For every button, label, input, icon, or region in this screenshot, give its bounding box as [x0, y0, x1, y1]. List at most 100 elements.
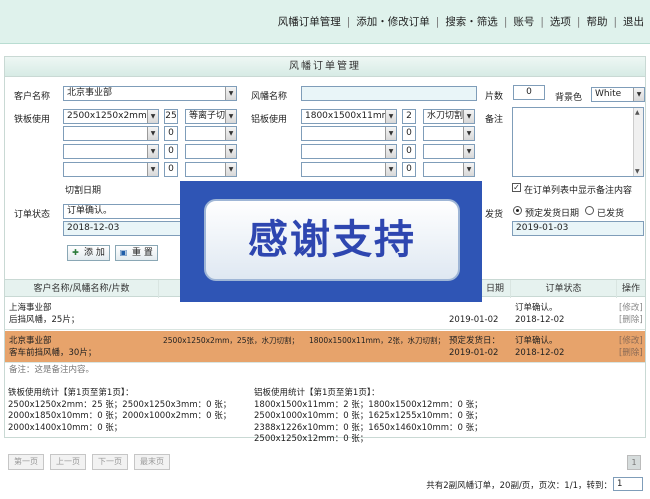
row-status-date: 2018-12-02 [515, 315, 565, 325]
nav-order-management[interactable]: 风幡订单管理 [278, 14, 341, 29]
row-delete-link[interactable]: [删除] [619, 314, 643, 326]
iron-qty-input-1[interactable]: 25 [164, 109, 178, 124]
pager-last-button[interactable]: 最末页 [134, 454, 170, 470]
iron-size-select-3[interactable]: ▼ [63, 144, 159, 159]
iron-stats-line: 2000x1400x10mm：0 张； [8, 422, 123, 433]
iron-size-select-2[interactable]: ▼ [63, 126, 159, 141]
reset-icon: ▣ [119, 248, 128, 257]
alu-size-value-1: 1800x1500x11mm [305, 111, 391, 121]
alu-cut-select-4[interactable]: ▼ [423, 162, 475, 177]
alu-cut-select-2[interactable]: ▼ [423, 126, 475, 141]
order-status-label: 订单状态 [14, 210, 51, 220]
show-remark-checkbox[interactable]: ✓ [512, 183, 521, 192]
dropdown-arrow-icon: ▼ [385, 110, 396, 123]
add-button[interactable]: ✚ 添 加 [67, 245, 110, 261]
table-row[interactable]: 上海事业部 后挡风幡，25片； 2019-01-02 订单确认。 2018-12… [5, 298, 645, 330]
alu-stats-line: 2500x1000x10mm：0 张；1625x1255x10mm：0 张； [254, 411, 483, 421]
dropdown-arrow-icon: ▼ [225, 163, 236, 176]
nav-separator: | [540, 15, 544, 28]
iron-cut-select-3[interactable]: ▼ [185, 144, 237, 159]
ship-planned-label: 预定发货日期 [525, 209, 580, 219]
alu-size-select-4[interactable]: ▼ [301, 162, 397, 177]
iron-cut-select-4[interactable]: ▼ [185, 162, 237, 177]
remark-scrollbar[interactable]: ▲ ▼ [633, 108, 643, 176]
alu-stats-line: 2388x1226x10mm：0 张；1650x1460x10mm：0 张； [254, 422, 483, 433]
dropdown-arrow-icon: ▼ [463, 127, 474, 140]
banner-name-label: 风幡名称 [251, 92, 288, 102]
dropdown-arrow-icon: ▼ [633, 88, 644, 101]
iron-stats-line: 2500x1250x2mm：25 张；2500x1250x3mm：0 张； [8, 399, 232, 410]
nav-separator: | [346, 15, 351, 28]
row-edit-link[interactable]: [修改] [619, 335, 643, 347]
customer-label: 客户名称 [14, 92, 51, 102]
nav-account[interactable]: 账号 [513, 14, 534, 29]
nav-help[interactable]: 帮助 [586, 14, 607, 29]
banner-name-input[interactable] [301, 86, 477, 101]
count-input[interactable]: 0 [513, 85, 545, 100]
pager-next-button[interactable]: 下一页 [92, 454, 128, 470]
iron-qty-input-4[interactable]: 0 [164, 162, 178, 177]
customer-select[interactable]: 北京事业部 ▼ [63, 86, 237, 101]
show-remark-label: 在订单列表中显示备注内容 [524, 186, 633, 196]
thanks-overlay: 感谢支持 [180, 181, 482, 302]
scroll-up-icon: ▲ [635, 109, 640, 116]
alu-stats: 铝板使用统计【第1页至第1页】： 1800x1500x11mm：2 张；1800… [254, 388, 483, 446]
dropdown-arrow-icon: ▼ [385, 145, 396, 158]
row-customer: 上海事业部 [9, 303, 52, 313]
remark-textarea[interactable]: ▲ ▼ [512, 107, 644, 177]
alu-qty-input-3[interactable]: 0 [402, 144, 416, 159]
iron-size-select-4[interactable]: ▼ [63, 162, 159, 177]
iron-qty-input-3[interactable]: 0 [164, 144, 178, 159]
row-status-date: 2018-12-02 [515, 348, 565, 358]
customer-select-value: 北京事业部 [67, 88, 113, 98]
dropdown-arrow-icon: ▼ [385, 127, 396, 140]
col-header-status: 订单状态 [511, 280, 617, 298]
nav-add-edit-order[interactable]: 添加・修改订单 [356, 14, 430, 29]
iron-cut-select-2[interactable]: ▼ [185, 126, 237, 141]
goto-page-input[interactable]: 1 [613, 477, 643, 491]
alu-qty-input-4[interactable]: 0 [402, 162, 416, 177]
alu-stats-line: 1800x1500x11mm：2 张；1800x1500x12mm：0 张； [254, 399, 483, 410]
nav-logout[interactable]: 退出 [623, 14, 644, 29]
nav-separator: | [435, 15, 440, 28]
ship-done-radio[interactable] [585, 206, 594, 215]
iron-cut-select-1[interactable]: 等离子切割 ▼ [185, 109, 237, 124]
row-delete-link[interactable]: [删除] [619, 347, 643, 359]
dropdown-arrow-icon: ▼ [225, 145, 236, 158]
alu-qty-input-1[interactable]: 2 [402, 109, 416, 124]
alu-cut-select-1[interactable]: 水刀切割 ▼ [423, 109, 475, 124]
table-row[interactable]: 北京事业部 客车前挡风幡，30片； 2500x1250x2mm，25张，水刀切割… [5, 331, 645, 363]
alu-usage-label: 铝板使用 [251, 115, 288, 125]
alu-size-select-1[interactable]: 1800x1500x11mm ▼ [301, 109, 397, 124]
alu-cut-select-3[interactable]: ▼ [423, 144, 475, 159]
row-date-label: 预定发货日： [449, 336, 501, 346]
ship-planned-radio[interactable] [513, 206, 522, 215]
nav-options[interactable]: 选项 [550, 14, 571, 29]
reset-button-label: 重 置 [132, 248, 153, 258]
nav-separator: | [613, 15, 617, 28]
col-header-customer: 客户名称/风幡名称/片数 [5, 280, 159, 298]
reset-button[interactable]: ▣ 重 置 [115, 245, 158, 261]
iron-qty-input-2[interactable]: 0 [164, 126, 178, 141]
alu-cut-value-1: 水刀切割 [427, 111, 464, 121]
bg-color-label: 背景色 [555, 93, 583, 103]
col-header-actions: 操作 [621, 284, 640, 294]
iron-size-value-1: 2500x1250x2mm [67, 111, 147, 121]
pager-first-button[interactable]: 第一页 [8, 454, 44, 470]
pager-summary: 共有2副风幡订单，20副/页，页次：1/1，转到： [426, 481, 612, 491]
iron-size-select-1[interactable]: 2500x1250x2mm ▼ [63, 109, 159, 124]
bg-color-select[interactable]: White ▼ [591, 87, 645, 102]
alu-qty-input-2[interactable]: 0 [402, 126, 416, 141]
nav-search-filter[interactable]: 搜索・筛选 [445, 14, 498, 29]
alu-size-select-3[interactable]: ▼ [301, 144, 397, 159]
row-alu: 1800x1500x11mm，2张，水刀切割； [309, 336, 445, 345]
row-iron: 2500x1250x2mm，25张，水刀切割； [163, 336, 299, 345]
count-label: 片数 [485, 92, 504, 102]
iron-stats-line: 2000x1850x10mm：0 张；2000x1000x2mm：0 张； [8, 411, 232, 421]
ship-date-input[interactable]: 2019-01-03 [512, 221, 644, 236]
nav-separator: | [576, 15, 581, 28]
row-banner: 后挡风幡，25片； [9, 315, 80, 325]
alu-size-select-2[interactable]: ▼ [301, 126, 397, 141]
row-edit-link[interactable]: [修改] [619, 302, 643, 314]
pager-prev-button[interactable]: 上一页 [50, 454, 86, 470]
